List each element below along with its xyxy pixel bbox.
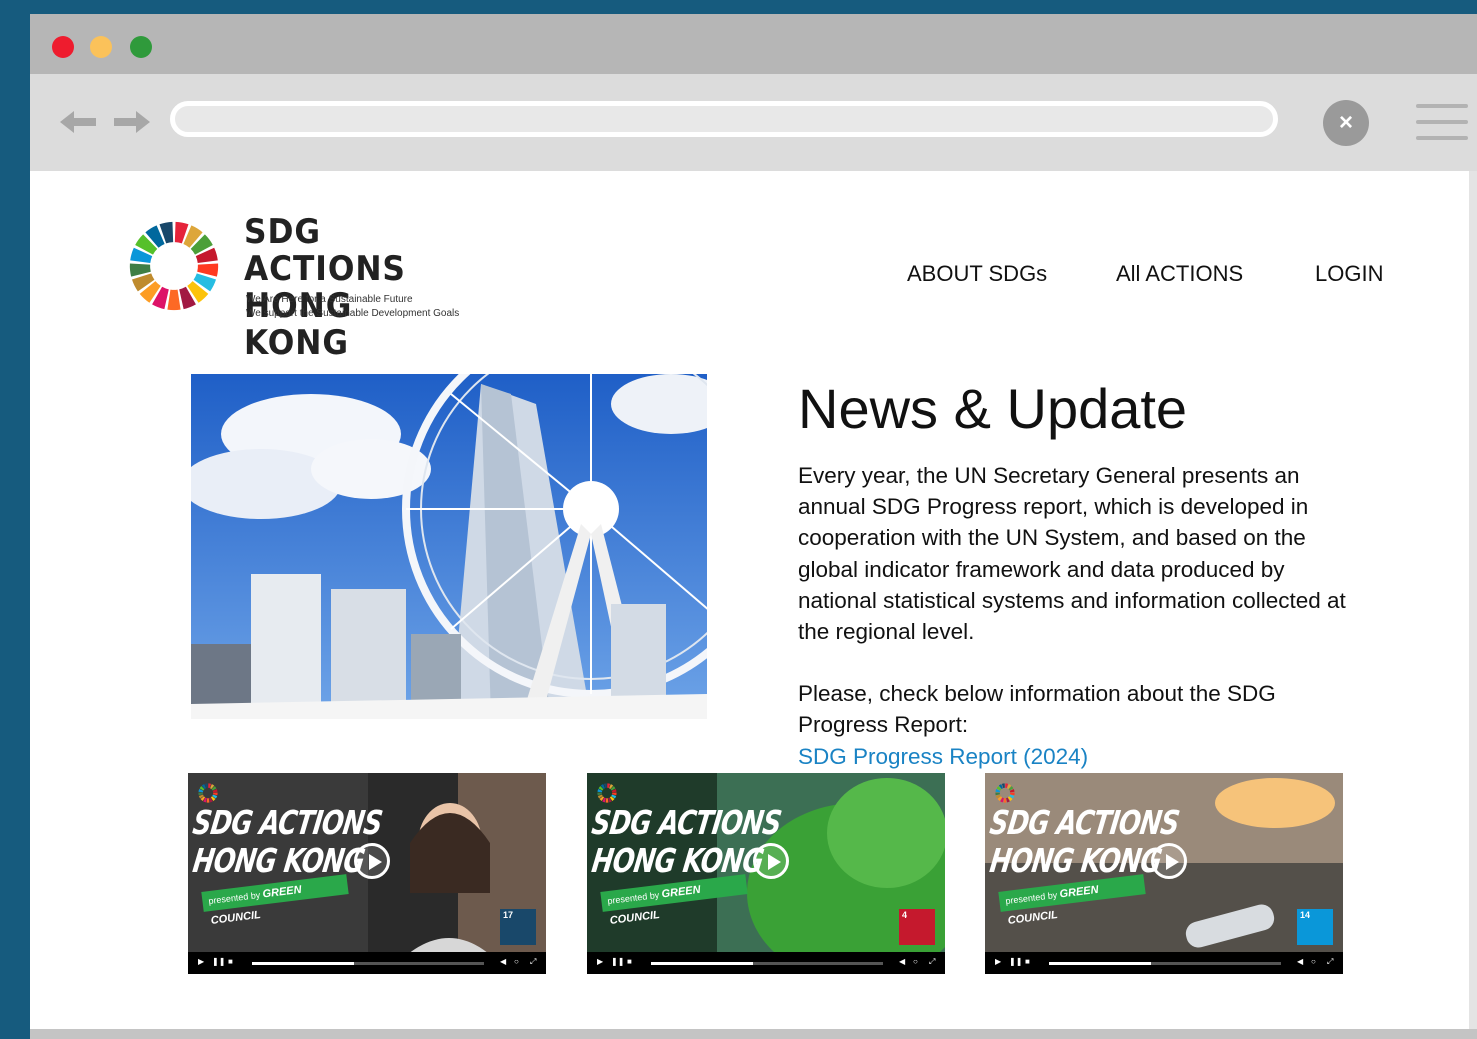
- nav-about-sdgs[interactable]: ABOUT SDGs: [907, 261, 1047, 287]
- forward-arrow-icon[interactable]: [110, 104, 154, 140]
- menu-icon[interactable]: [1416, 104, 1468, 140]
- play-control-icon[interactable]: ▶: [597, 957, 603, 966]
- play-icon[interactable]: [1151, 843, 1187, 879]
- stop-control-icon[interactable]: ■: [228, 957, 233, 966]
- sdg-wheel-icon: [198, 783, 218, 803]
- video-title-line-1: SDG ACTIONS: [589, 803, 784, 842]
- video-controls: ▶ ❚❚ ■ ◀ ○ ⤢: [985, 952, 1343, 974]
- sdg-goal-badge: 14: [1297, 909, 1333, 945]
- browser-window: × SDG ACTIONS HONG KONG We Are Here for …: [30, 14, 1477, 1039]
- fullscreen-icon[interactable]: ⤢: [530, 957, 536, 967]
- sdg-goal-badge: 17: [500, 909, 536, 945]
- brand-tagline-2: We support the Sustainable Development G…: [246, 308, 460, 319]
- play-control-icon[interactable]: ▶: [995, 957, 1001, 966]
- volume-icon[interactable]: ◀: [1297, 957, 1303, 966]
- settings-icon[interactable]: ○: [514, 957, 519, 966]
- stop-control-icon[interactable]: ■: [627, 957, 632, 966]
- brand-title: SDG ACTIONS HONG KONG: [244, 212, 406, 363]
- nav-all-actions[interactable]: All ACTIONS: [1116, 261, 1243, 287]
- volume-icon[interactable]: ◀: [500, 957, 506, 966]
- hero-image-ferris-wheel: [191, 374, 707, 719]
- maximize-window-dot[interactable]: [130, 36, 152, 58]
- settings-icon[interactable]: ○: [1311, 957, 1316, 966]
- video-card[interactable]: SDG ACTIONS HONG KONG presented by GREEN C…: [188, 773, 546, 974]
- sdg-goal-badge: 4: [899, 909, 935, 945]
- play-icon[interactable]: [753, 843, 789, 879]
- pause-control-icon[interactable]: ❚❚: [611, 957, 624, 966]
- video-controls: ▶ ❚❚ ■ ◀ ○ ⤢: [188, 952, 546, 974]
- fullscreen-icon[interactable]: ⤢: [1327, 957, 1333, 967]
- volume-icon[interactable]: ◀: [899, 957, 905, 966]
- video-title-line-1: SDG ACTIONS: [987, 803, 1182, 842]
- play-control-icon[interactable]: ▶: [198, 957, 204, 966]
- sdg-goal-number: 14: [1300, 910, 1311, 920]
- title-bar: [30, 14, 1477, 74]
- presented-by-label: presented by: [606, 889, 660, 907]
- presented-by-label: presented by: [1004, 889, 1058, 907]
- sdg-goal-number: 17: [503, 910, 514, 920]
- progress-report-link[interactable]: SDG Progress Report (2024): [798, 741, 1358, 772]
- scrollbar[interactable]: [1469, 171, 1477, 1031]
- minimize-window-dot[interactable]: [90, 36, 112, 58]
- close-icon[interactable]: ×: [1323, 100, 1369, 146]
- video-progress-bar[interactable]: [651, 962, 883, 965]
- video-progress-bar[interactable]: [252, 962, 484, 965]
- sdg-wheel-icon: [597, 783, 617, 803]
- video-controls: ▶ ❚❚ ■ ◀ ○ ⤢: [587, 952, 945, 974]
- pause-control-icon[interactable]: ❚❚: [1009, 957, 1022, 966]
- brand-tagline-1: We Are Here for a Sustainable Future: [246, 294, 413, 305]
- video-title-line-1: SDG ACTIONS: [190, 803, 385, 842]
- sdg-wheel-icon: [995, 783, 1015, 803]
- presented-by-label: presented by: [207, 889, 261, 907]
- address-bar[interactable]: [170, 101, 1278, 137]
- news-body: Every year, the UN Secretary General pre…: [798, 460, 1358, 772]
- video-card[interactable]: SDG ACTIONS HONG KONG presented by GREEN C…: [587, 773, 945, 974]
- nav-login[interactable]: LOGIN: [1315, 261, 1383, 287]
- news-paragraph-2: Please, check below information about th…: [798, 681, 1276, 738]
- play-icon[interactable]: [354, 843, 390, 879]
- settings-icon[interactable]: ○: [913, 957, 918, 966]
- news-title: News & Update: [798, 377, 1188, 440]
- close-window-dot[interactable]: [52, 36, 74, 58]
- video-card[interactable]: SDG ACTIONS HONG KONG presented by GREEN C…: [985, 773, 1343, 974]
- fullscreen-icon[interactable]: ⤢: [929, 957, 935, 967]
- back-arrow-icon[interactable]: [56, 104, 100, 140]
- news-paragraph-1: Every year, the UN Secretary General pre…: [798, 463, 1346, 645]
- bottom-bar: [30, 1029, 1477, 1039]
- browser-toolbar: ×: [30, 74, 1477, 171]
- sdg-goal-number: 4: [902, 910, 908, 920]
- video-progress-bar[interactable]: [1049, 962, 1281, 965]
- pause-control-icon[interactable]: ❚❚: [212, 957, 225, 966]
- sdg-wheel-icon: [129, 221, 219, 311]
- stop-control-icon[interactable]: ■: [1025, 957, 1030, 966]
